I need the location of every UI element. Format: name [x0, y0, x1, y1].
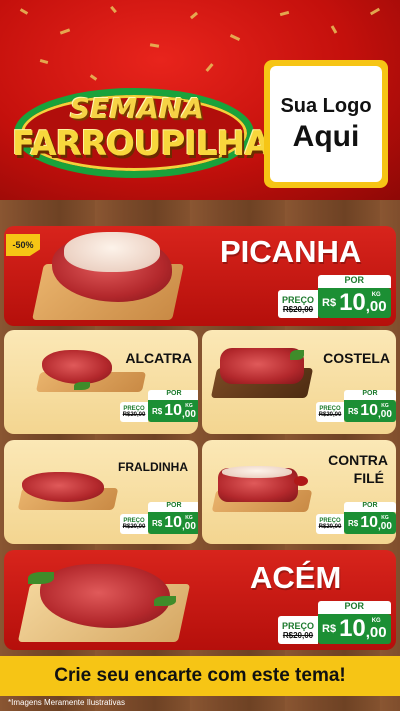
old-price: R$20,00 [282, 630, 314, 640]
confetti [205, 63, 214, 72]
confetti [330, 25, 338, 34]
price-cents-group: KG ,00 [182, 515, 196, 532]
por-label: POR [148, 390, 198, 400]
product-name: FRALDINHA [118, 460, 188, 474]
price-cents: ,00 [378, 408, 392, 420]
old-price: R$20,00 [282, 304, 314, 314]
product-card-alcatra: ALCATRA PREÇO R$20,00 POR R$ 10 KG ,00 [4, 330, 198, 434]
por-label: POR [318, 275, 391, 288]
currency: R$ [152, 406, 163, 416]
cta-banner: Crie seu encarte com este tema! [0, 656, 400, 696]
product-card-fraldinha: FRALDINHA PREÇO R$20,00 POR R$ 10 KG ,00 [4, 440, 198, 544]
confetti [59, 28, 71, 35]
price-cents: ,00 [378, 520, 392, 532]
price-cents-group: KG ,00 [378, 403, 392, 420]
product-name: PICANHA [220, 234, 362, 269]
price-cents: ,00 [365, 623, 387, 641]
herb-garnish-image [290, 350, 304, 360]
por-label: POR [344, 390, 396, 400]
confetti [89, 74, 98, 81]
contrafile-fat-image [222, 466, 292, 478]
currency: R$ [322, 297, 337, 309]
currency: R$ [348, 406, 359, 416]
new-price-box: POR R$ 10 KG ,00 [318, 601, 391, 644]
price-tag: PREÇO R$20,00 POR R$ 10 KG ,00 [278, 275, 391, 318]
product-name: COSTELA [323, 350, 390, 366]
product-card-acem: ACÉM PREÇO R$20,00 POR R$ 10 KG ,00 [4, 550, 396, 650]
store-logo-line2: Aqui [292, 119, 360, 153]
price-cents: ,00 [365, 297, 387, 315]
confetti [110, 5, 117, 14]
confetti [279, 10, 290, 17]
herb-garnish-image [154, 596, 176, 606]
old-price-box: PREÇO R$20,00 [120, 514, 148, 534]
price-tag: PREÇO R$20,00 POR R$ 10 KG ,00 [120, 502, 198, 534]
price-cents-group: KG ,00 [366, 292, 387, 315]
product-card-contrafile: CONTRA FILÉ PREÇO R$20,00 POR R$ 10 KG ,… [202, 440, 396, 544]
por-label: POR [148, 502, 198, 512]
old-price: R$20,00 [318, 412, 342, 418]
confetti [149, 43, 160, 48]
price-tag: PREÇO R$20,00 POR R$ 10 KG ,00 [316, 390, 396, 422]
product-name: ACÉM [250, 560, 342, 595]
price-cents-group: KG ,00 [366, 618, 387, 641]
confetti [369, 7, 381, 16]
new-price-box: POR R$ 10 KG ,00 [344, 502, 396, 534]
price-integer: 10 [339, 615, 366, 642]
disclaimer-note: *Imagens Meramente Ilustrativas [8, 698, 125, 707]
new-price-box: POR R$ 10 KG ,00 [344, 390, 396, 422]
product-name-line1: CONTRA [328, 452, 388, 468]
price-integer: 10 [164, 514, 183, 531]
price-tag: PREÇO R$20,00 POR R$ 10 KG ,00 [278, 601, 391, 644]
herb-garnish-image [74, 382, 90, 390]
old-price: R$20,00 [318, 524, 342, 530]
picanha-fat-image [64, 232, 160, 272]
store-logo-placeholder: Sua Logo Aqui [264, 60, 388, 188]
confetti [19, 8, 29, 15]
price-tag: PREÇO R$20,00 POR R$ 10 KG ,00 [120, 390, 198, 422]
new-price-box: POR R$ 10 KG ,00 [318, 275, 391, 318]
currency: R$ [152, 518, 163, 528]
currency: R$ [348, 518, 359, 528]
price-cents-group: KG ,00 [378, 515, 392, 532]
old-price-box: PREÇO R$20,00 [120, 402, 148, 422]
header-banner: SEMANA FARROUPILHA Sua Logo Aqui [0, 0, 400, 200]
price-integer: 10 [339, 289, 366, 316]
price-label: PREÇO [281, 294, 314, 305]
old-price-box: PREÇO R$20,00 [316, 402, 344, 422]
old-price: R$20,00 [122, 524, 146, 530]
product-card-picanha: PICANHA PREÇO R$20,00 POR R$ 10 KG ,00 [4, 226, 396, 326]
new-price-box: POR R$ 10 KG ,00 [148, 390, 198, 422]
herb-garnish-image [28, 572, 54, 584]
price-label: PREÇO [281, 620, 314, 631]
confetti [229, 34, 241, 41]
currency: R$ [322, 623, 337, 635]
old-price-box: PREÇO R$20,00 [278, 290, 318, 318]
product-card-costela: COSTELA PREÇO R$20,00 POR R$ 10 KG ,00 [202, 330, 396, 434]
old-price-box: PREÇO R$20,00 [316, 514, 344, 534]
product-name-line2: FILÉ [353, 470, 384, 486]
new-price-box: POR R$ 10 KG ,00 [148, 502, 198, 534]
price-tag: PREÇO R$20,00 POR R$ 10 KG ,00 [316, 502, 396, 534]
por-label: POR [318, 601, 391, 614]
product-name: ALCATRA [125, 350, 192, 366]
store-logo-inner: Sua Logo Aqui [270, 66, 382, 182]
price-cents-group: KG ,00 [182, 403, 196, 420]
por-label: POR [344, 502, 396, 512]
confetti [39, 59, 49, 64]
discount-badge: -50% [6, 234, 40, 256]
price-cents: ,00 [182, 408, 196, 420]
confetti [189, 11, 199, 20]
old-price: R$20,00 [122, 412, 146, 418]
price-cents: ,00 [182, 520, 196, 532]
old-price-box: PREÇO R$20,00 [278, 616, 318, 644]
price-integer: 10 [164, 402, 183, 419]
campaign-title-top: SEMANA [70, 92, 204, 125]
price-integer: 10 [360, 514, 379, 531]
store-logo-line1: Sua Logo [280, 94, 372, 117]
price-integer: 10 [360, 402, 379, 419]
onion-garnish-image [294, 476, 308, 486]
campaign-title-bottom: FARROUPILHA [12, 124, 271, 164]
